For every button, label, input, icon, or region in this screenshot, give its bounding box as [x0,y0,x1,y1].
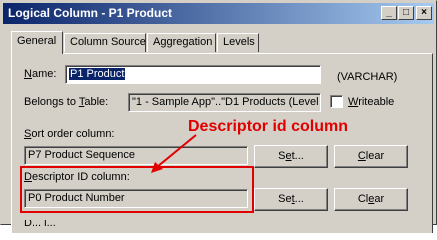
writeable-checkbox[interactable] [330,95,343,108]
datatype-label: (VARCHAR) [337,71,398,83]
minimize-icon: _ [386,7,392,18]
annotation-arrow-icon [151,134,197,173]
tab-levels[interactable]: Levels [217,33,259,52]
tab-aggregation[interactable]: Aggregation [147,33,216,52]
descriptor-set-button[interactable]: Set... [254,188,328,211]
descriptor-clear-button[interactable]: Clear [334,188,408,211]
tab-column-source-label: Column Source [70,36,146,48]
sort-set-button[interactable]: Set... [254,145,328,168]
name-input-value: P1 Product [69,68,126,80]
tab-aggregation-label: Aggregation [153,36,213,48]
partial-next-label: D... l... [24,220,56,226]
close-button[interactable]: × [416,6,432,20]
minimize-button[interactable]: _ [381,6,397,20]
maximize-icon: □ [402,7,410,18]
maximize-button[interactable]: □ [398,6,414,20]
annotation-highlight-box [20,166,254,213]
logical-column-dialog: Logical Column - P1 Product _ □ × Genera… [0,0,437,233]
belongs-to-table-label: Belongs to Table: [24,96,109,108]
title-bar[interactable]: Logical Column - P1 Product _ □ × [3,3,434,24]
sort-order-column-label: Sort order column: [24,128,115,140]
name-label: Name: [24,68,57,80]
sort-clear-button[interactable]: Clear [334,145,408,168]
tab-column-source[interactable]: Column Source [64,33,146,52]
belongs-to-table-field: "1 - Sample App".."D1 Products (Level [128,93,321,112]
name-input[interactable]: P1 Product [65,65,321,84]
window-title: Logical Column - P1 Product [8,6,173,20]
annotation-label: Descriptor id column [188,118,349,135]
tab-levels-label: Levels [223,36,255,48]
sort-order-column-field: P7 Product Sequence [24,146,248,165]
tab-general-label: General [17,35,57,47]
tab-general[interactable]: General [11,31,63,54]
close-icon: × [421,7,427,18]
writeable-label[interactable]: Writeable [348,96,394,108]
